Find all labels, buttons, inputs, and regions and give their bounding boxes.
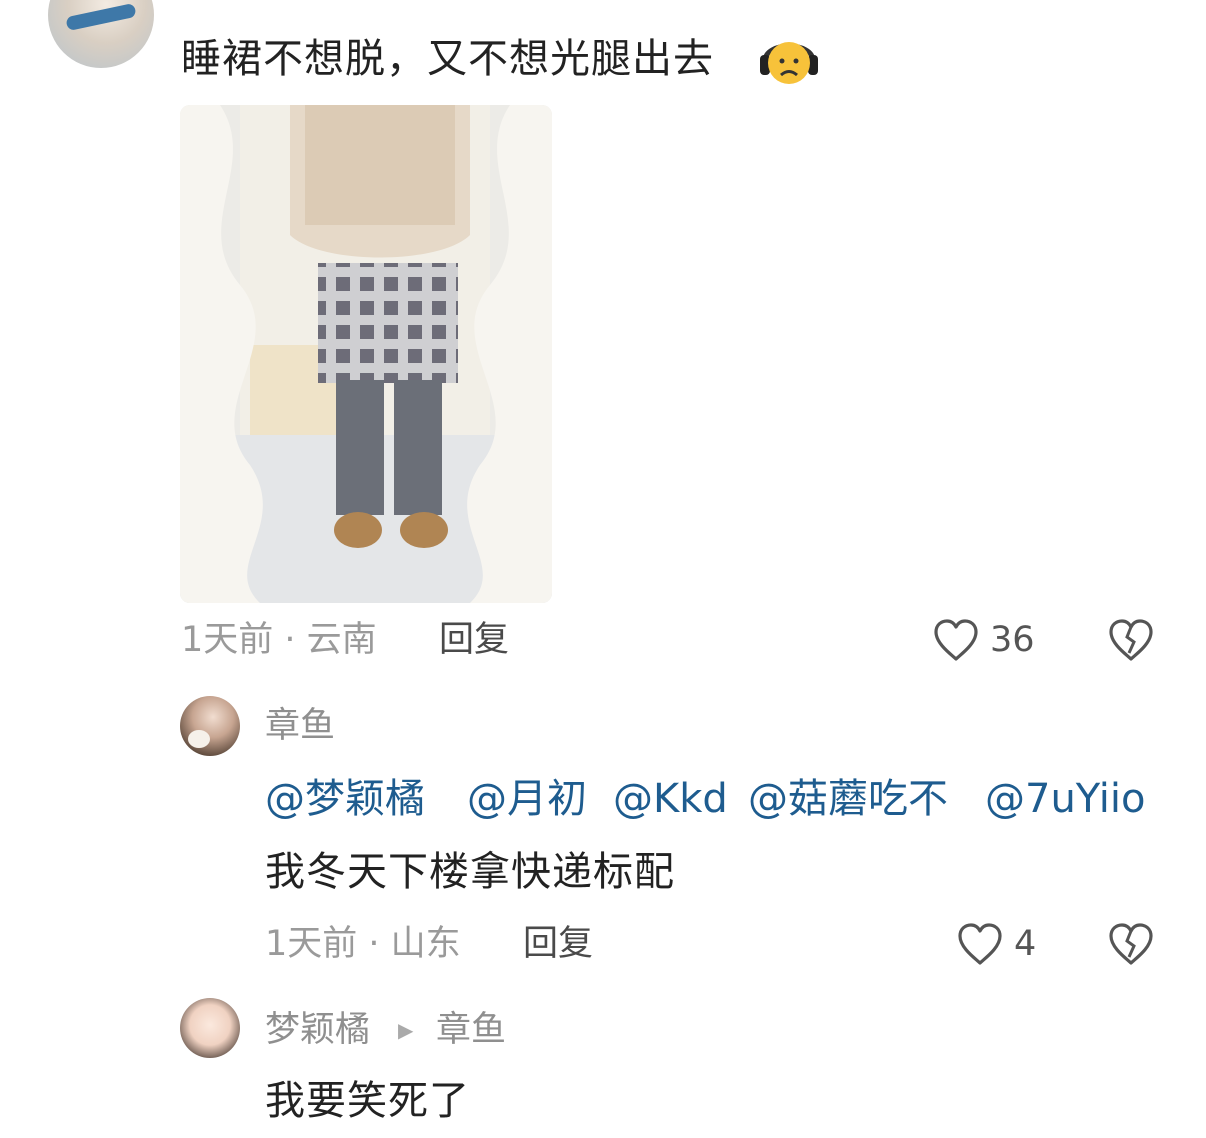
like-count: 4	[1014, 924, 1037, 964]
reply-to-username[interactable]: 章鱼	[436, 1008, 506, 1052]
commenter-avatar[interactable]	[48, 0, 154, 68]
reply-username[interactable]: 章鱼	[265, 704, 335, 748]
mention-link[interactable]: @Kkd	[613, 773, 728, 825]
like-count: 36	[990, 620, 1035, 660]
reply-avatar-2[interactable]	[180, 998, 240, 1058]
sad-face-headphones-emoji	[757, 31, 821, 87]
comment-text: 睡裙不想脱，又不想光腿出去	[181, 36, 714, 82]
mention-link[interactable]: @菇蘑吃不	[748, 773, 948, 825]
broken-heart-icon[interactable]	[1107, 617, 1155, 663]
mention-link[interactable]: @梦颖橘	[265, 773, 425, 825]
reply-username[interactable]: 梦颖橘	[265, 1008, 370, 1052]
heart-outline-icon[interactable]	[932, 617, 980, 663]
heart-outline-icon[interactable]	[956, 921, 1004, 967]
reply-avatar-1[interactable]	[180, 696, 240, 756]
broken-heart-icon[interactable]	[1107, 921, 1155, 967]
triangle-right-icon: ▶	[398, 1018, 414, 1042]
reply-button[interactable]: 回复	[523, 922, 593, 966]
comment-meta: 1天前 · 云南	[181, 620, 377, 660]
comment-photo[interactable]	[180, 105, 552, 603]
reply-text: 我冬天下楼拿快递标配	[265, 849, 675, 895]
mention-link[interactable]: @7uYiio	[985, 773, 1146, 825]
reply-text: 我要笑死了	[265, 1078, 470, 1124]
reply-button[interactable]: 回复	[439, 618, 509, 662]
reply-meta: 1天前 · 山东	[265, 924, 461, 964]
mention-link[interactable]: @月初	[467, 773, 587, 825]
